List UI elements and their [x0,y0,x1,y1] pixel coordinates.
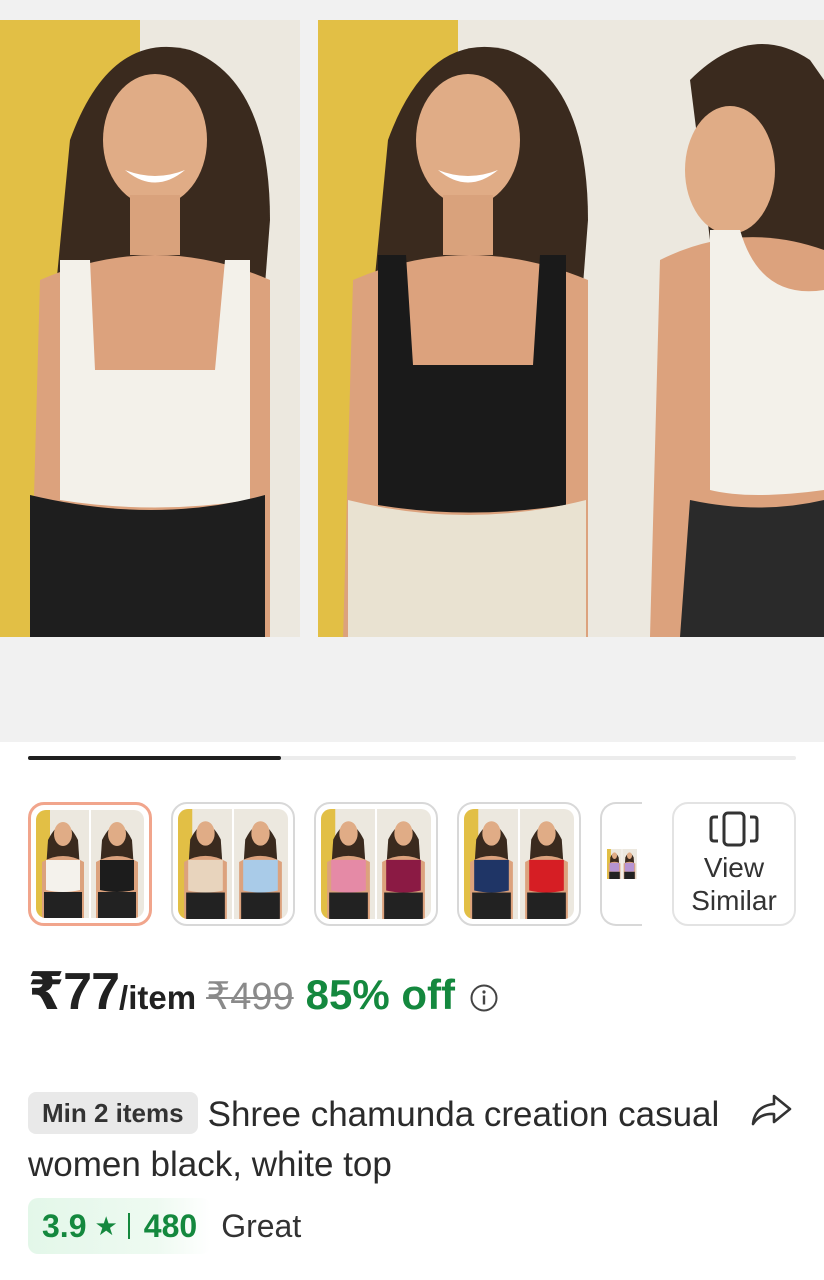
rating-badge[interactable]: 3.9 ★ 480 [28,1198,212,1254]
thumbnail-top-color [188,859,223,893]
thumbnail-top-color [474,859,509,893]
discount-percent: 85% off [305,971,455,1018]
view-similar-icon [709,811,759,847]
thumbnail-top-color [243,859,278,893]
view-similar-button[interactable]: View Similar [672,802,796,926]
gallery-progress-bar [28,756,796,760]
bottom-garment [348,500,586,637]
product-photo-white-top[interactable] [0,20,300,637]
min-items-badge: Min 2 items [28,1092,198,1134]
bottom-garment [680,500,824,637]
variant-thumbnail-1[interactable] [28,802,152,926]
color-variant-thumbnails: View Similar [28,802,796,928]
product-title-block: Min 2 items Shree chamunda creation casua… [28,1090,728,1190]
info-icon[interactable] [469,983,499,1013]
star-icon: ★ [94,1210,118,1241]
variant-thumbnail-2[interactable] [171,802,295,926]
thumbnail-top-color [609,862,620,872]
variant-thumbnail-3[interactable] [314,802,438,926]
thumbnail-top-color [100,860,134,892]
current-price: ₹77 [28,963,120,1021]
thumbnail-top-color [46,860,80,892]
rating-divider [127,1213,130,1239]
rating-score: 3.9 [42,1207,87,1244]
thumbnail-top-color [529,859,564,893]
bottom-garment [30,495,265,637]
rating-count: 480 [143,1207,198,1244]
product-image-gallery[interactable] [0,0,824,742]
thumbnail-top-color [331,859,366,893]
variant-thumbnail-5[interactable] [600,802,642,926]
gallery-progress-fill [28,756,281,760]
view-similar-label: View Similar [691,852,777,916]
thumbnail-top-color [386,859,421,893]
original-price: ₹499 [206,976,294,1018]
rating-label: Great [221,1207,302,1244]
product-photo-back-view[interactable] [620,20,824,637]
share-icon[interactable] [748,1090,794,1130]
variant-thumbnail-4[interactable] [457,802,581,926]
price-unit: /item [119,979,197,1016]
product-photo-black-top[interactable] [318,20,620,637]
price-row: ₹77 /item ₹499 85% off [28,962,499,1026]
rating-row[interactable]: 3.9 ★ 480 Great [28,1198,301,1254]
thumbnail-top-color [624,862,635,872]
